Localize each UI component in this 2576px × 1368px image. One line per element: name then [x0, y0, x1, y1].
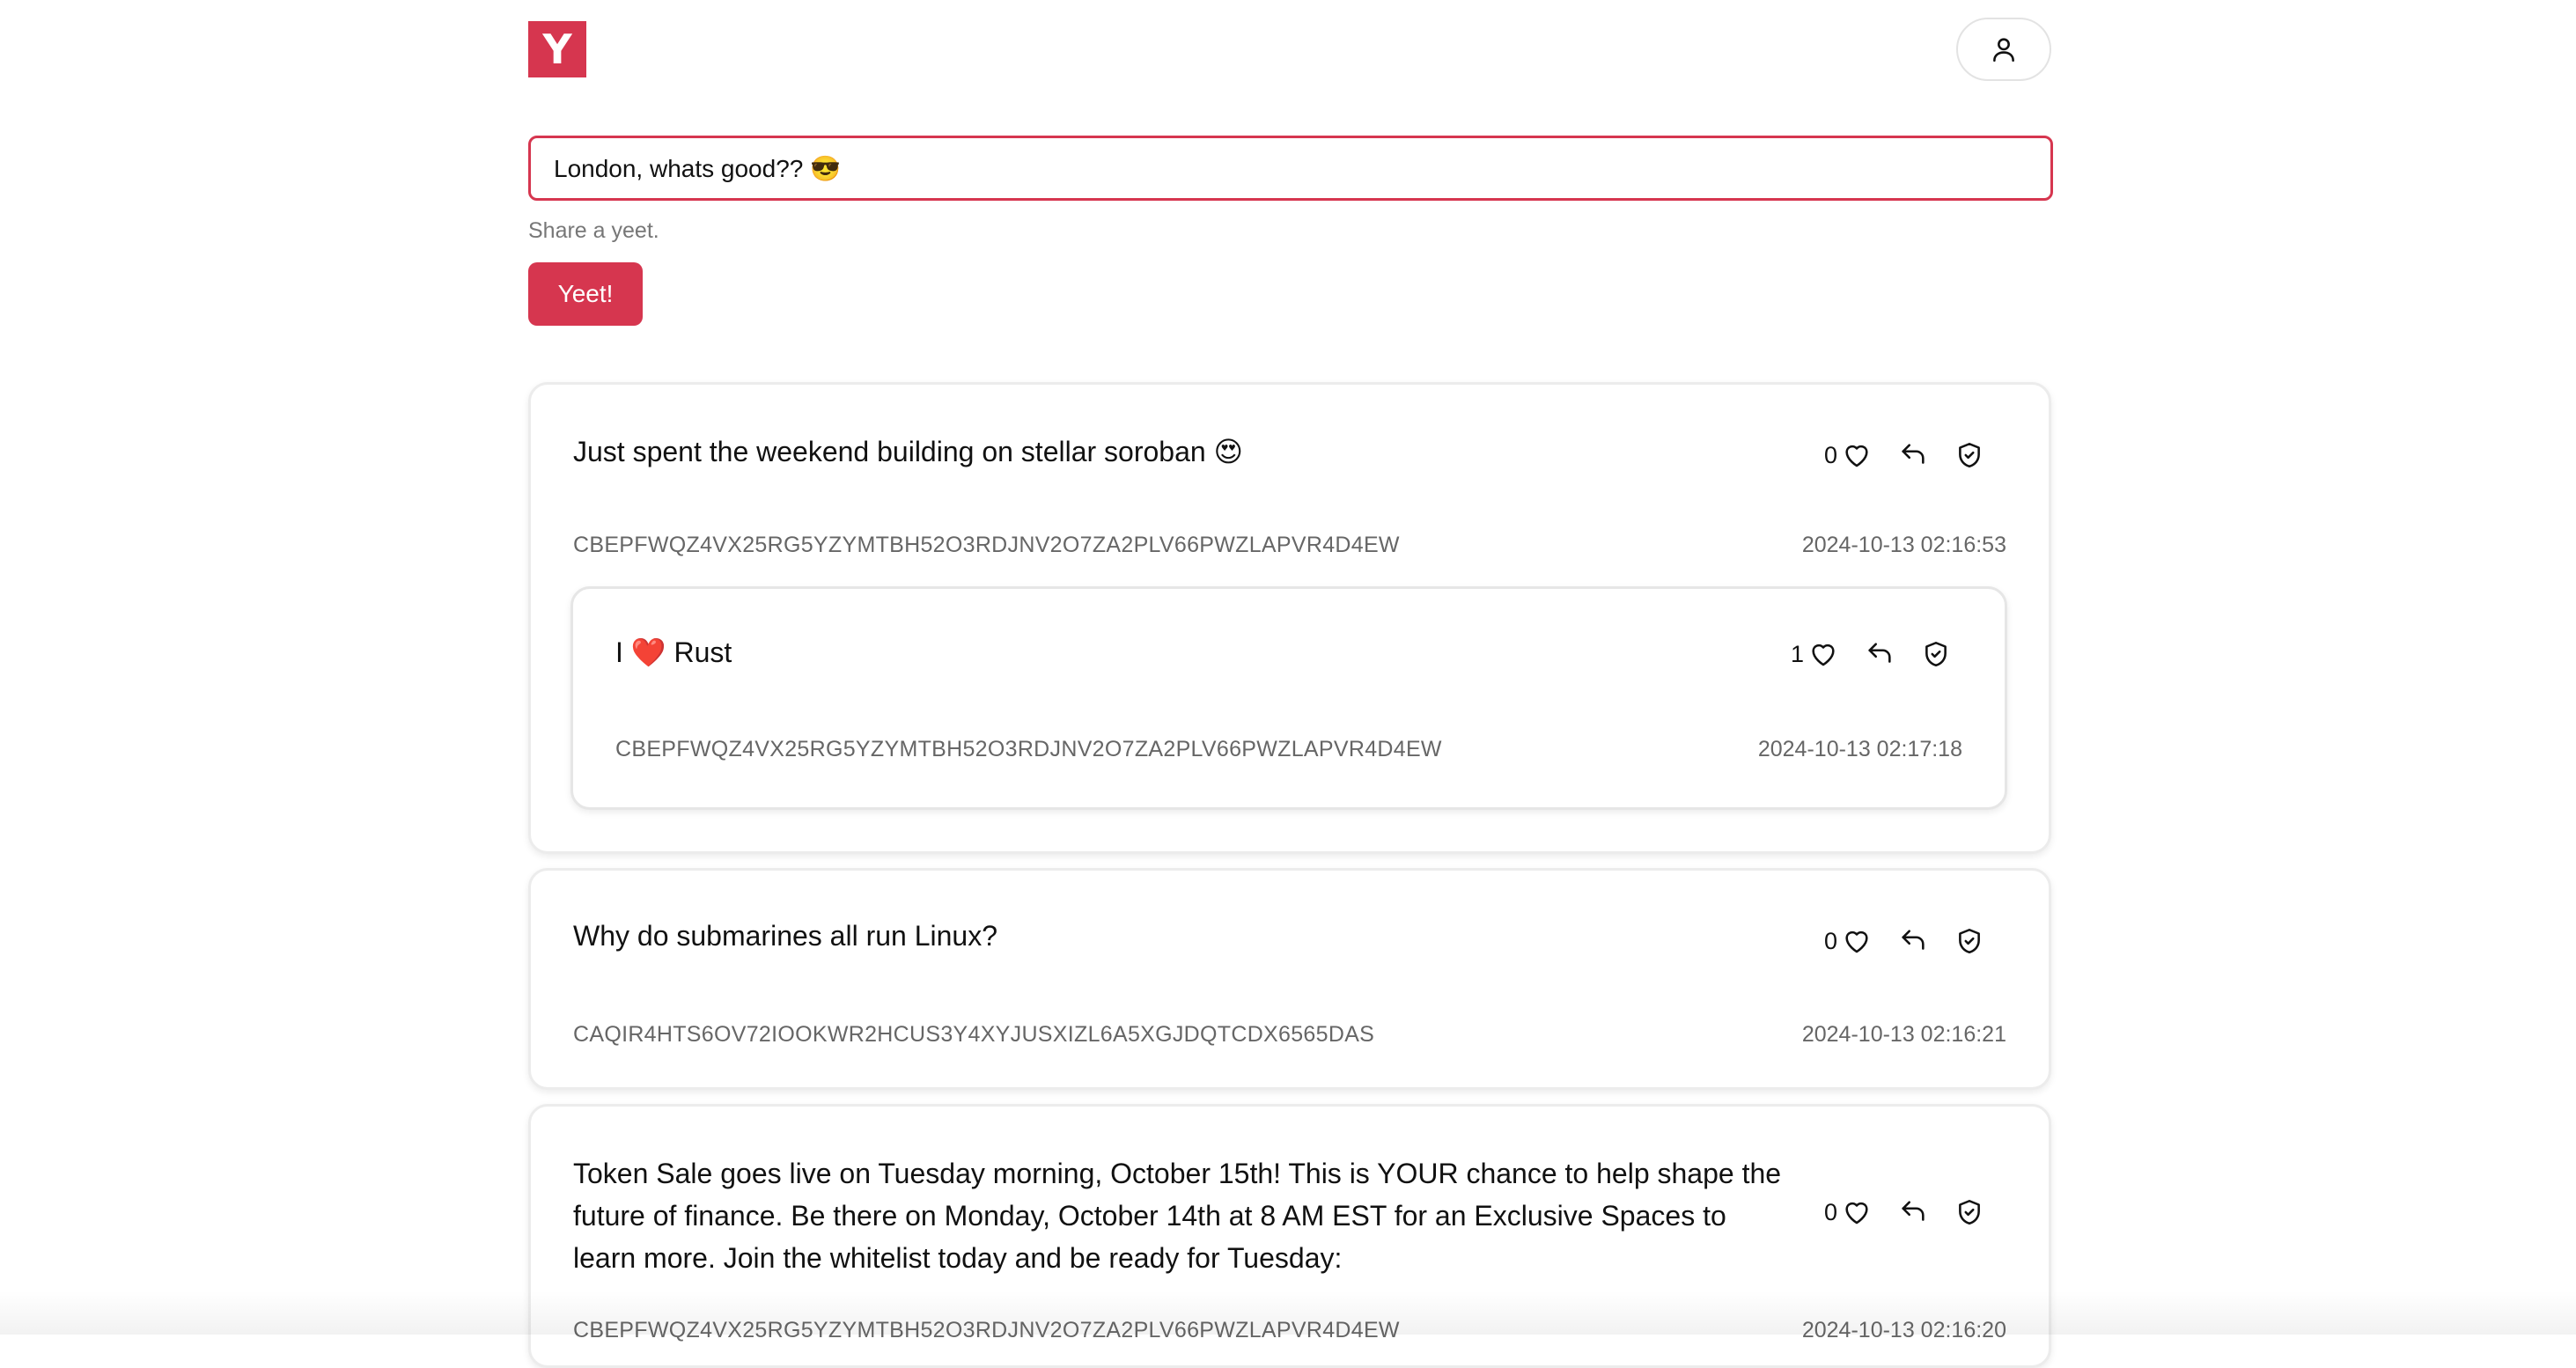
- like-count: 1: [1790, 640, 1804, 667]
- post-timestamp: 2024-10-13 02:16:21: [1801, 1022, 2006, 1047]
- compose-input[interactable]: London, whats good?? 😎: [528, 136, 2053, 201]
- post-timestamp: 2024-10-13 02:17:18: [1757, 737, 1962, 761]
- main-container: Y London, whats good?? 😎 Share a yeet. Y…: [528, 0, 2053, 1368]
- reply-icon[interactable]: [1864, 638, 1895, 670]
- heart-icon[interactable]: [1841, 439, 1873, 471]
- compose-helper-text: Share a yeet.: [528, 218, 659, 243]
- post-author[interactable]: CBEPFWQZ4VX25RG5YZYMTBH52O3RDJNV2O7ZA2PL…: [615, 737, 1442, 762]
- reply-icon[interactable]: [1897, 439, 1929, 471]
- heart-icon[interactable]: [1841, 1196, 1873, 1228]
- shield-check-icon[interactable]: [1954, 1196, 1985, 1228]
- like-count: 0: [1823, 1198, 1837, 1225]
- like-count: 0: [1823, 441, 1837, 468]
- post-timestamp: 2024-10-13 02:16:20: [1801, 1318, 2006, 1342]
- post-actions: 0: [1824, 925, 1985, 957]
- post-text: Just spent the weekend building on stell…: [573, 436, 1243, 467]
- post-card: Token Sale goes live on Tuesday morning,…: [528, 1104, 2051, 1368]
- reply-icon[interactable]: [1897, 925, 1929, 957]
- shield-check-icon[interactable]: [1920, 638, 1952, 670]
- user-icon: [1988, 33, 2020, 65]
- shield-check-icon[interactable]: [1954, 439, 1985, 471]
- post-text: Token Sale goes live on Tuesday morning,…: [573, 1158, 1782, 1274]
- post-author[interactable]: CBEPFWQZ4VX25RG5YZYMTBH52O3RDJNV2O7ZA2PL…: [573, 1318, 1400, 1343]
- post-actions: 1: [1791, 638, 1952, 670]
- post-actions: 0: [1824, 1196, 1985, 1228]
- post-author[interactable]: CAQIR4HTS6OV72IOOKWR2HCUS3Y4XYJUSXIZL6A5…: [573, 1022, 1374, 1048]
- heart-icon[interactable]: [1841, 925, 1873, 957]
- post-timestamp: 2024-10-13 02:16:53: [1801, 533, 2006, 557]
- header: Y: [528, 0, 2051, 106]
- heart-icon[interactable]: [1807, 638, 1839, 670]
- post-actions: 0: [1824, 439, 1985, 471]
- post-text: Why do submarines all run Linux?: [573, 920, 998, 952]
- post-text: I ❤️ Rust: [615, 636, 732, 668]
- post-author[interactable]: CBEPFWQZ4VX25RG5YZYMTBH52O3RDJNV2O7ZA2PL…: [573, 533, 1400, 558]
- shield-check-icon[interactable]: [1954, 925, 1985, 957]
- post-card: Why do submarines all run Linux? 0 CAQIR…: [528, 868, 2051, 1090]
- yeet-button[interactable]: Yeet!: [528, 262, 643, 326]
- reply-card: I ❤️ Rust 1 CBEPFWQZ4VX25RG5YZYMTBH52O3R…: [570, 586, 2007, 810]
- logo[interactable]: Y: [528, 21, 586, 77]
- like-count: 0: [1823, 927, 1837, 954]
- reply-icon[interactable]: [1897, 1196, 1929, 1228]
- profile-button[interactable]: [1956, 18, 2051, 81]
